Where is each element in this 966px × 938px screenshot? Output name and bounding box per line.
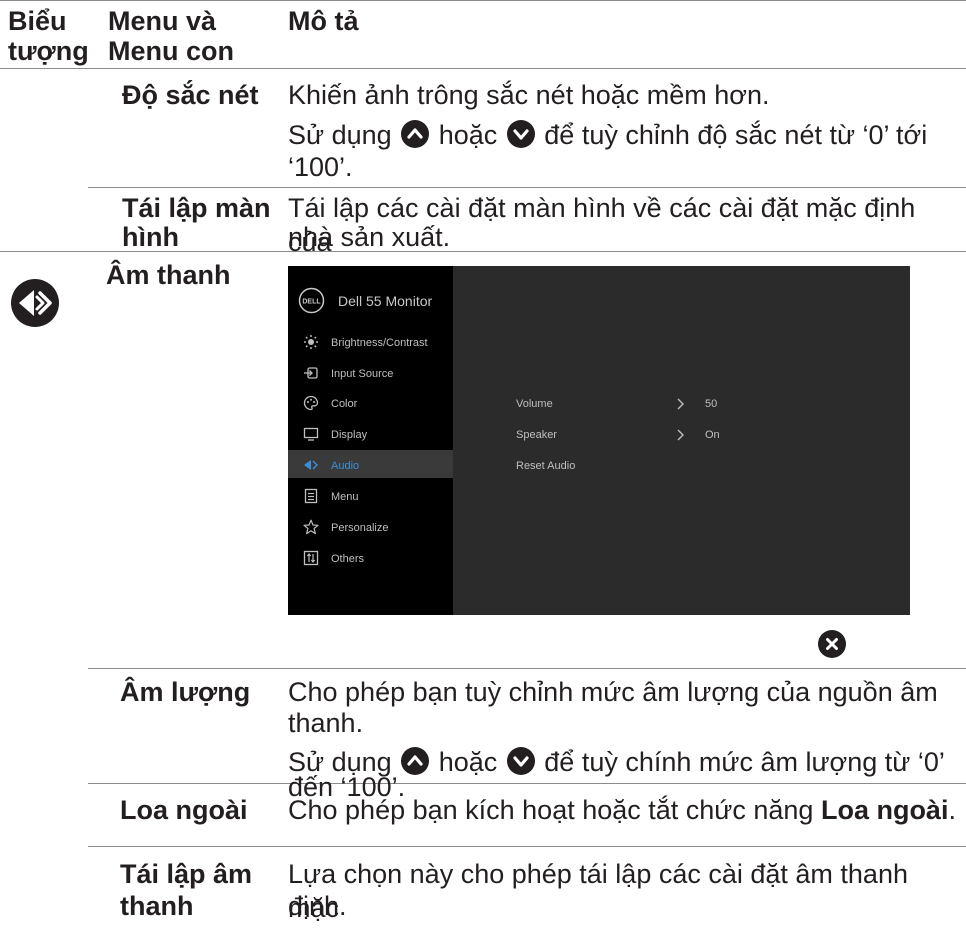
rule-after-sharpness xyxy=(88,187,966,188)
sharpness-usage-end: ‘100’. xyxy=(288,152,353,182)
osd-menu-item-brightness[interactable]: Brightness/Contrast xyxy=(331,336,428,350)
monitor-icon xyxy=(303,427,319,441)
sharpness-usage-a: Sử dụng xyxy=(288,120,392,150)
header-menu-label-2: Menu con xyxy=(108,36,234,66)
volume-usage-c: để tuỳ chính mức âm lượng từ ‘0’ xyxy=(544,747,945,777)
dell-logo-text: DELL xyxy=(302,299,321,306)
reset-audio-name-2: thanh xyxy=(120,891,194,921)
header-description-label: Mô tả xyxy=(288,6,359,36)
osd-setting-volume-value: 50 xyxy=(705,398,718,410)
osd-sidebar: DELL Dell 55 Monitor Brightness/Contrast… xyxy=(288,266,453,615)
osd-menu-item-menu[interactable]: Menu xyxy=(331,490,359,504)
osd-menu-item-input-source[interactable]: Input Source xyxy=(331,367,393,381)
reset-audio-name-1: Tái lập âm xyxy=(120,859,253,889)
speaker-icon xyxy=(304,460,318,470)
list-icon xyxy=(304,488,318,504)
sun-icon xyxy=(304,335,318,349)
close-button[interactable] xyxy=(818,630,846,658)
speaker-desc-end: . xyxy=(948,795,956,825)
osd-title: Dell 55 Monitor xyxy=(338,293,433,309)
sharpness-desc: Khiến ảnh trông sắc nét hoặc mềm hơn. xyxy=(288,80,770,110)
rule-after-volume xyxy=(88,783,966,784)
sharpness-usage-c: để tuỳ chỉnh độ sắc nét từ ‘0’ tới xyxy=(544,120,928,150)
osd-setting-reset-audio-label[interactable]: Reset Audio xyxy=(516,459,575,473)
osd-menu: DELL Dell 55 Monitor Brightness/Contrast… xyxy=(288,266,910,615)
down-arrow-icon xyxy=(506,747,535,775)
up-arrow-icon xyxy=(401,747,430,775)
osd-menu-item-others[interactable]: Others xyxy=(331,552,364,566)
volume-usage-b: hoặc xyxy=(438,747,498,777)
sharpness-usage: Sử dụng hoặc để tuỳ chỉnh độ sắc nét từ … xyxy=(288,118,927,152)
audio-speaker-icon xyxy=(11,279,59,327)
rule-header xyxy=(0,68,966,69)
down-arrow-icon xyxy=(506,120,535,148)
rule-top xyxy=(0,0,966,1)
osd-settings-panel: Volume 50 Speaker On Reset Audio xyxy=(453,266,910,615)
sharpness-usage-b: hoặc xyxy=(438,120,498,150)
speaker-desc: Cho phép bạn kích hoạt hoặc tắt chức năn… xyxy=(288,793,956,827)
others-icon xyxy=(303,550,319,566)
header-icon-label-1: Biểu xyxy=(8,6,67,36)
speaker-name: Loa ngoài xyxy=(120,795,248,825)
rule-after-audio xyxy=(88,668,966,669)
volume-desc-2: thanh. xyxy=(288,708,364,738)
reset-audio-desc-2: định. xyxy=(288,891,347,921)
speaker-desc-bold: Loa ngoài xyxy=(820,795,949,825)
osd-setting-speaker-value: On xyxy=(705,429,720,441)
osd-menu-item-personalize[interactable]: Personalize xyxy=(331,521,388,535)
osd-setting-volume-label[interactable]: Volume xyxy=(516,397,553,411)
osd-menu-item-audio[interactable]: Audio xyxy=(331,459,359,473)
star-icon xyxy=(303,519,319,535)
reset-display-name-2: hình xyxy=(122,222,179,252)
osd-menu-item-color[interactable]: Color xyxy=(331,397,357,411)
reset-display-desc-2: nhà sản xuất. xyxy=(288,222,451,252)
osd-setting-speaker-label[interactable]: Speaker xyxy=(516,428,557,442)
rule-after-speaker xyxy=(88,846,966,847)
input-icon xyxy=(304,367,318,379)
volume-name: Âm lượng xyxy=(120,677,251,707)
header-icon-label-2: tượng xyxy=(8,36,89,66)
volume-desc-1: Cho phép bạn tuỳ chỉnh mức âm lượng của … xyxy=(288,677,938,707)
sharpness-name: Độ sắc nét xyxy=(122,80,259,110)
osd-menu-item-display[interactable]: Display xyxy=(331,428,367,442)
up-arrow-icon xyxy=(401,120,430,148)
reset-audio-desc-1: Lựa chọn này cho phép tái lập các cài đặ… xyxy=(288,859,908,923)
chevron-right-icon xyxy=(677,429,684,441)
audio-name: Âm thanh xyxy=(106,260,231,290)
close-icon xyxy=(826,638,838,650)
palette-icon xyxy=(303,395,319,411)
dell-logo-icon: DELL xyxy=(298,287,325,314)
speaker-desc-a: Cho phép bạn kích hoạt hoặc tắt chức năn… xyxy=(288,795,821,825)
chevron-right-icon xyxy=(677,398,684,410)
header-menu-label-1: Menu và xyxy=(108,6,217,36)
